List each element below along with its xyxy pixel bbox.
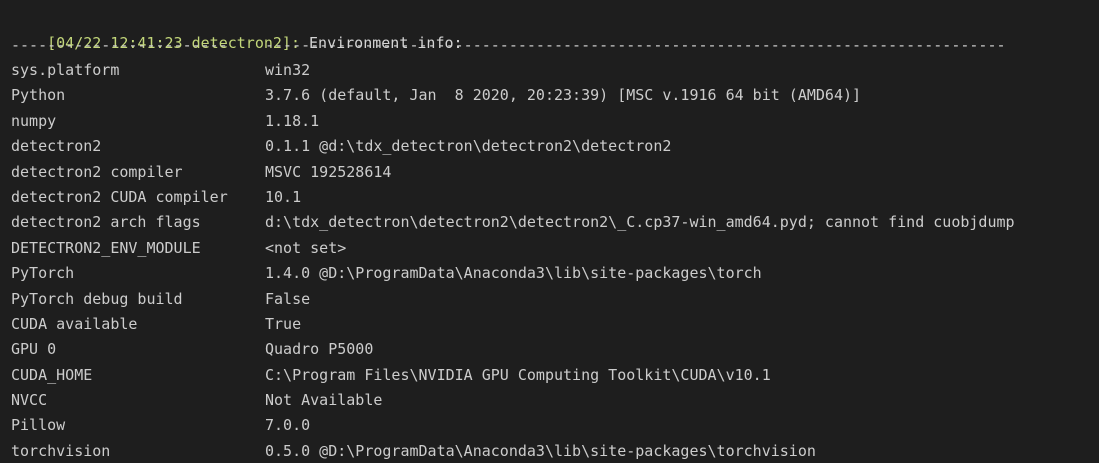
row-key: PyTorch (11, 264, 75, 283)
row-key: GPU 0 (11, 340, 57, 359)
table-row: DETECTRON2_ENV_MODULE <not set> (11, 236, 1096, 261)
row-value: 0.5.0 @D:\ProgramData\Anaconda3\lib\site… (265, 441, 816, 460)
table-row: PyTorch 1.4.0 @D:\ProgramData\Anaconda3\l… (11, 261, 1096, 286)
row-key: torchvision (11, 441, 111, 460)
row-key: detectron2 CUDA compiler (11, 187, 228, 206)
table-row: GPU 0 Quadro P5000 (11, 337, 1096, 362)
separator-right: ----------------------------------------… (265, 36, 1006, 54)
separator-left: ------------------------ (11, 36, 228, 54)
row-value: win32 (265, 61, 311, 79)
row-value: 10.1 (265, 187, 302, 206)
table-row: numpy 1.18.1 (11, 109, 1096, 134)
row-value: True (265, 314, 302, 333)
table-row: torchvision 0.5.0 @D:\ProgramData\Anacond… (11, 439, 1096, 463)
row-value: 7.0.0 (265, 416, 311, 435)
row-key: detectron2 compiler (11, 162, 183, 181)
row-value: 1.18.1 (265, 111, 320, 130)
row-key: detectron2 arch flags (11, 213, 201, 232)
row-key: numpy (11, 111, 57, 130)
table-row: CUDA available True (11, 312, 1096, 337)
row-key: DETECTRON2_ENV_MODULE (11, 238, 201, 257)
table-row: CUDA_HOME C:\Program Files\NVIDIA GPU Com… (11, 363, 1096, 388)
row-value: False (265, 289, 311, 308)
row-value: 0.1.1 @d:\tdx_detectron\detectron2\detec… (265, 137, 672, 156)
table-row: detectron2 0.1.1 @d:\tdx_detectron\detect… (11, 134, 1096, 159)
row-key: CUDA available (11, 314, 138, 333)
row-key: Pillow (11, 416, 66, 435)
table-row: detectron2 arch flags d:\tdx_detectron\de… (11, 210, 1096, 235)
table-row: Pillow 7.0.0 (11, 413, 1096, 438)
row-value: d:\tdx_detectron\detectron2\detectron2\_… (265, 213, 1015, 232)
row-key: detectron2 (11, 137, 102, 156)
env-info-table: sys.platform win32 Python 3.7.6 (default, … (11, 58, 1096, 463)
table-row: detectron2 CUDA compiler 10.1 (11, 185, 1096, 210)
table-row: sys.platform win32 (11, 58, 1096, 83)
row-key: CUDA_HOME (11, 365, 93, 384)
row-key: Python (11, 86, 66, 105)
row-value: MSVC 192528614 (265, 162, 392, 181)
log-header-line: [04/22 12:41:23 detectron2]: Environment… (11, 7, 462, 52)
row-key: sys.platform (11, 61, 120, 79)
terminal-output: [04/22 12:41:23 detectron2]: Environment… (0, 0, 1099, 463)
row-key: NVCC (11, 391, 48, 410)
row-value: Quadro P5000 (265, 340, 374, 359)
row-key: PyTorch debug build (11, 289, 183, 308)
row-value: <not set> (265, 238, 347, 257)
table-row: NVCC Not Available (11, 388, 1096, 413)
row-value: 3.7.6 (default, Jan 8 2020, 20:23:39) [M… (265, 86, 862, 105)
table-row: Python 3.7.6 (default, Jan 8 2020, 20:23:… (11, 83, 1096, 108)
row-value: 1.4.0 @D:\ProgramData\Anaconda3\lib\site… (265, 264, 762, 283)
row-value: C:\Program Files\NVIDIA GPU Computing To… (265, 365, 771, 384)
table-row: detectron2 compiler MSVC 192528614 (11, 160, 1096, 185)
row-value: Not Available (265, 391, 383, 410)
table-row: PyTorch debug build False (11, 287, 1096, 312)
